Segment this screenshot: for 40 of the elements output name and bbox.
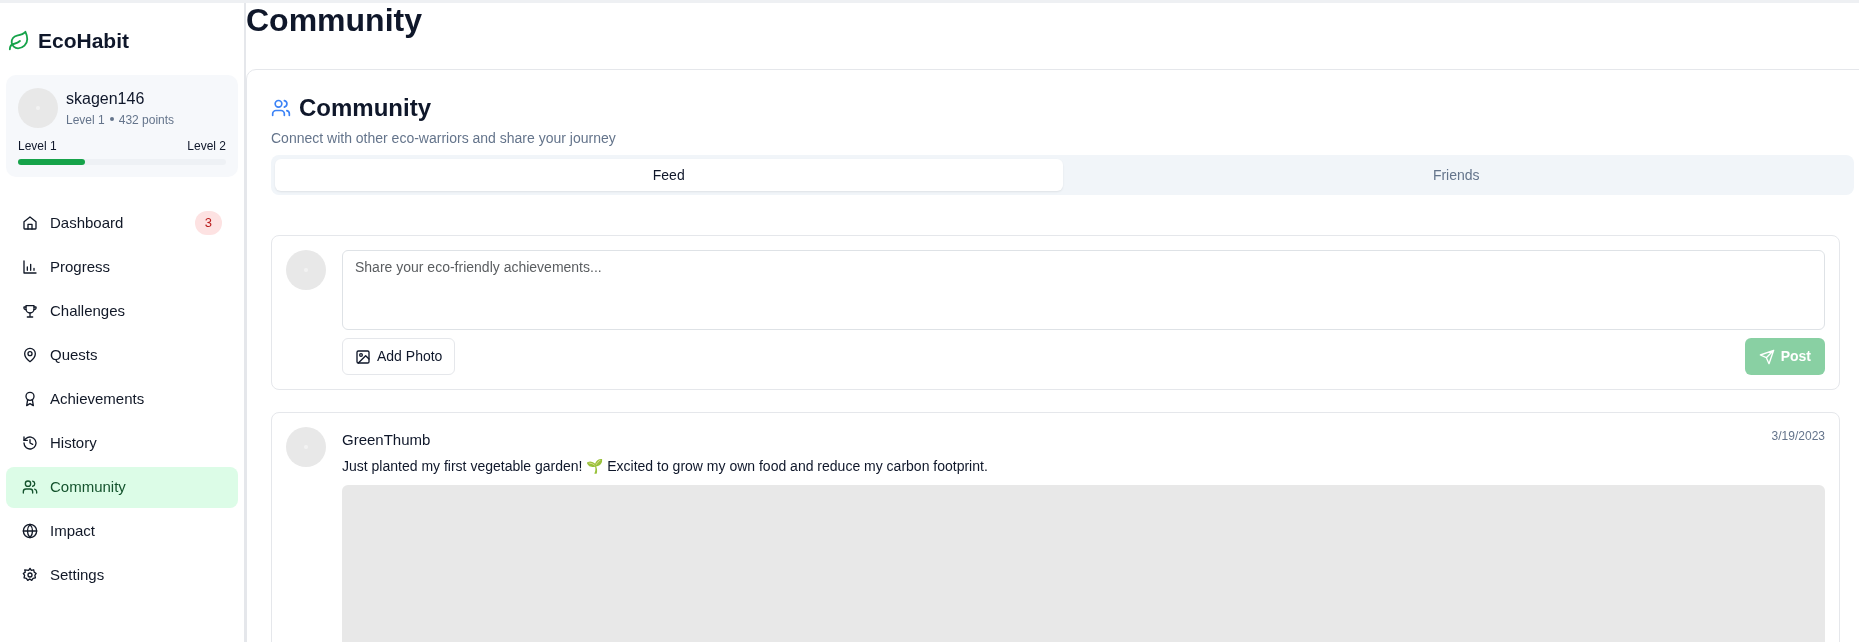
notification-count: 3 — [194, 211, 222, 235]
nav-item[interactable]: Dashboard 3 — [6, 202, 238, 244]
separator-dot — [109, 117, 114, 122]
nav-item[interactable]: Impact — [6, 510, 238, 552]
current-level: Level 1 — [18, 137, 57, 155]
tab[interactable]: Friends — [1062, 159, 1850, 192]
username: skagen146 — [66, 88, 146, 109]
nav-item[interactable]: History — [6, 422, 238, 464]
level-text: Level 1 — [66, 112, 105, 127]
globe-icon — [22, 523, 38, 539]
card-subtitle: Connect with other eco-warriors and share your journey — [271, 129, 617, 149]
nav-item[interactable]: Progress — [6, 246, 238, 288]
nav-item[interactable]: Achievements — [6, 378, 238, 420]
points-text: 432 points — [118, 112, 175, 127]
app-name: EcoHabit — [38, 28, 129, 54]
trophy-icon — [22, 303, 38, 319]
tab[interactable]: Feed — [275, 159, 1063, 192]
home-icon — [22, 215, 38, 231]
send-icon — [1758, 348, 1775, 365]
post-input[interactable]: Share your eco-friendly achievements... — [342, 250, 1825, 331]
nav-item[interactable]: Settings — [6, 554, 238, 596]
history-icon — [22, 435, 38, 451]
nav-item[interactable]: Community — [6, 466, 238, 508]
post-date: 3/19/2023 — [1771, 428, 1825, 446]
award-icon — [22, 391, 38, 407]
map-pin-icon — [22, 347, 38, 363]
next-level: Level 2 — [187, 137, 226, 155]
card-title: Community — [299, 93, 431, 124]
nav-item[interactable]: Quests — [6, 334, 238, 376]
image-icon — [355, 348, 371, 365]
bar-chart-icon — [22, 259, 38, 275]
users-icon — [271, 98, 291, 119]
leaf-icon — [8, 29, 30, 52]
settings-icon — [22, 567, 38, 583]
post-text: Just planted my first vegetable garden! 🌱 Excited to grow my own food and reduce my carbon footprint. — [342, 456, 989, 476]
post-author: GreenThumb — [342, 430, 431, 451]
users-icon — [22, 479, 38, 495]
add-photo-button[interactable]: Add Photo — [342, 338, 456, 376]
page-title: Community — [246, 3, 423, 39]
nav-item[interactable]: Challenges — [6, 290, 238, 332]
